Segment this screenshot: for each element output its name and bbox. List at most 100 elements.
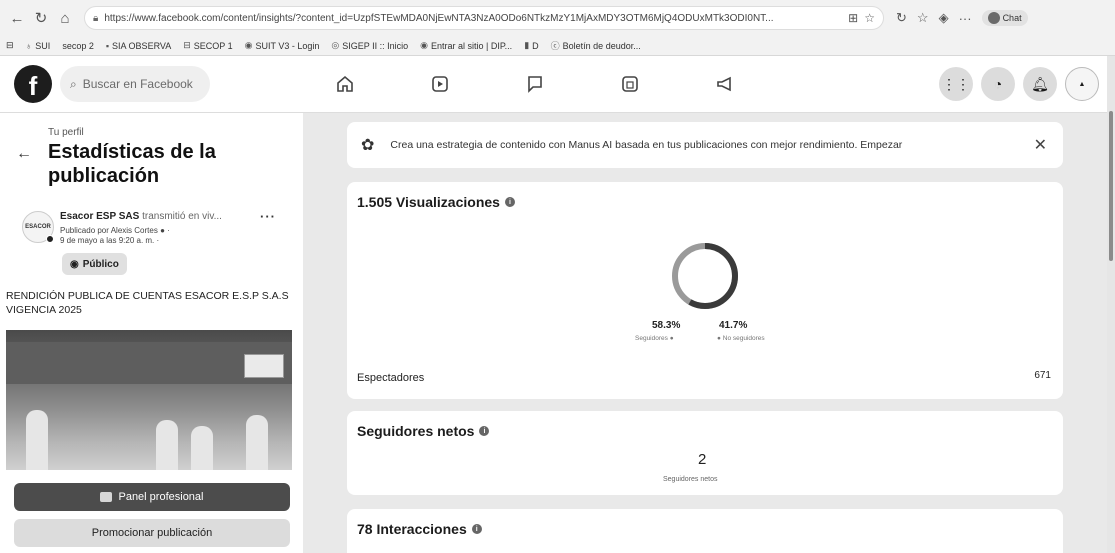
legend-dot-light-icon: ● <box>717 335 721 342</box>
nonfollowers-pct: 41.7% <box>719 320 748 331</box>
page-scrollbar[interactable] <box>1107 56 1115 553</box>
net-followers-card: Seguidores netos i 2 Seguidores netos <box>347 411 1063 495</box>
bookmark-item[interactable]: ◉ Entrar al sitio | DIP... <box>420 40 512 51</box>
thumbnail-sign <box>244 354 284 378</box>
post-date-text: 9 de mayo a las 9:20 a. m. <box>60 236 155 245</box>
bookmark-item[interactable]: ⊟ SECOP 1 <box>183 40 232 51</box>
post-date: 9 de mayo a las 9:20 a. m. · <box>60 236 159 245</box>
back-arrow-icon[interactable]: ← <box>6 7 28 29</box>
thumbnail-person <box>156 420 178 470</box>
app-available-icon[interactable]: ⊞ <box>848 11 858 25</box>
post-text: RENDICIÓN PUBLICA DE CUENTAS ESACOR E.S.… <box>6 290 289 316</box>
favorite-star-icon[interactable]: ☆ <box>864 11 875 25</box>
page-avatar[interactable]: ESACOR <box>22 211 54 243</box>
refresh-icon[interactable]: ↻ <box>30 7 52 29</box>
views-donut-chart <box>669 240 741 317</box>
audience-badge: ◉ Público <box>62 253 127 275</box>
address-bar[interactable]: 🔒︎ https://www.facebook.com/content/insi… <box>84 6 884 30</box>
search-placeholder: Buscar en Facebook <box>82 77 193 91</box>
views-title-text: 1.505 Visualizaciones <box>357 194 500 210</box>
legend-dot-dark-icon: ● <box>669 335 674 342</box>
info-icon: ● · <box>160 226 170 235</box>
followers-legend-label: Seguidores <box>635 335 668 342</box>
messenger-icon[interactable]: ◔ <box>981 67 1015 101</box>
promote-post-button[interactable]: Promocionar publicación <box>14 519 290 547</box>
facebook-logo[interactable]: f <box>14 65 52 103</box>
globe-icon: ◉ <box>70 258 79 270</box>
lock-icon: 🔒︎ <box>93 12 99 24</box>
account-avatar[interactable]: ▲ <box>1065 67 1099 101</box>
avatar-text: ESACOR <box>25 224 51 230</box>
bookmarks-bar: ⊟ ♁ SUI secop 2 ▪ SIA OBSERVA ⊟ SECOP 1 ◉ SU… <box>0 36 1115 56</box>
notifications-bell-icon[interactable]: 🔔︎ <box>1023 67 1057 101</box>
bookmark-icon: ▮ <box>524 40 530 50</box>
browser-toolbar: ← ↻ ⌂ 🔒︎ https://www.facebook.com/conten… <box>0 0 1115 36</box>
sparkle-icon: ✿ <box>361 137 375 154</box>
profile-button[interactable]: Chat <box>981 10 1028 26</box>
info-icon[interactable]: i <box>479 426 490 436</box>
thumbnail-person <box>26 410 48 470</box>
bookmark-icon: ◉ <box>420 40 428 50</box>
bookmark-label: SIA OBSERVA <box>112 40 172 51</box>
ai-strategy-banner: ✿ Crea una estrategia de contenido con M… <box>347 122 1063 168</box>
refresh-extension-icon[interactable]: ↻ <box>896 10 907 26</box>
bookmark-icon: ⊟ <box>183 40 191 50</box>
viewers-value: 671 <box>1034 370 1051 381</box>
scrollbar-thumb[interactable] <box>1109 111 1113 261</box>
bookmark-item[interactable]: ◉ SUIT V3 - Login <box>245 40 320 51</box>
bookmark-item[interactable]: ♁ SUI <box>26 41 51 51</box>
viewers-label: Espectadores <box>357 372 425 384</box>
flag-nav-icon[interactable] <box>520 69 550 99</box>
separator: · <box>154 236 160 245</box>
back-link-label[interactable]: Tu perfil <box>48 127 84 138</box>
favorites-icon[interactable]: ☆ <box>917 10 929 26</box>
bookmark-item[interactable]: secop 2 <box>62 41 94 51</box>
followers-pct: 58.3% <box>652 320 681 331</box>
info-icon[interactable]: i <box>504 197 515 207</box>
bookmark-label: SIGEP II :: Inicio <box>342 40 409 51</box>
audience-label: Público <box>82 258 119 270</box>
bookmark-item[interactable]: ▪ SIA OBSERVA <box>106 41 171 51</box>
extension-icon[interactable]: ◈ <box>939 10 949 26</box>
post-thumbnail[interactable] <box>6 330 292 470</box>
bookmark-label: secop 2 <box>62 40 94 51</box>
home-nav-icon[interactable] <box>330 69 360 99</box>
more-options-icon[interactable]: ··· <box>260 209 276 224</box>
video-nav-icon[interactable] <box>425 69 455 99</box>
bookmarks-collection-icon[interactable]: ⊟ <box>6 40 14 51</box>
bookmark-label: SUI <box>35 40 51 51</box>
bookmark-item[interactable]: ▮ D <box>524 40 538 51</box>
author-name[interactable]: Esacor ESP SAS <box>60 211 139 222</box>
search-input[interactable]: ⌕ Buscar en Facebook <box>60 66 210 102</box>
facebook-header: f ⌕ Buscar en Facebook ⋮⋮ ◔ 🔔︎ ▲ <box>0 56 1115 113</box>
followers-legend: Seguidores ● <box>635 335 674 342</box>
banner-text[interactable]: Crea una estrategia de contenido con Man… <box>390 139 902 151</box>
megaphone-nav-icon[interactable] <box>710 69 740 99</box>
bookmark-item[interactable]: ⓒ Boletín de deudor... <box>551 39 641 52</box>
info-icon[interactable]: i <box>471 524 482 534</box>
bookmark-item[interactable]: ◎ SIGEP II :: Inicio <box>331 40 408 51</box>
bookmark-icon: ◎ <box>331 40 340 50</box>
author-action: transmitió en viv... <box>142 211 222 222</box>
button-label: Promocionar publicación <box>91 527 213 539</box>
bookmark-icon: ♁ <box>25 40 33 51</box>
published-by-text: Publicado por Alexis Cortes <box>60 226 158 235</box>
interactions-card: 78 Interacciones i <box>347 509 1063 553</box>
views-card: 1.505 Visualizaciones i 58.3% 41.7% Segu… <box>347 182 1063 399</box>
nonfollowers-legend: ● No seguidores <box>717 335 765 342</box>
bookmark-label: Boletín de deudor... <box>562 40 641 51</box>
home-icon[interactable]: ⌂ <box>54 7 76 29</box>
professional-dashboard-button[interactable]: Panel profesional <box>14 483 290 511</box>
more-menu-icon[interactable]: ··· <box>959 11 972 26</box>
url-text: https://www.facebook.com/content/insight… <box>104 12 774 24</box>
live-status-dot <box>46 235 54 243</box>
dashboard-icon <box>100 492 113 502</box>
views-title: 1.505 Visualizaciones i <box>357 194 515 210</box>
search-icon: ⌕ <box>70 76 77 91</box>
marketplace-nav-icon[interactable] <box>615 69 645 99</box>
menu-grid-icon[interactable]: ⋮⋮ <box>939 67 973 101</box>
close-icon[interactable]: ✕ <box>1034 135 1047 155</box>
back-arrow-icon[interactable]: ← <box>16 145 32 163</box>
insights-sidebar: Tu perfil ← Estadísticas de la publicaci… <box>0 113 303 553</box>
net-followers-caption: Seguidores netos <box>663 476 718 483</box>
